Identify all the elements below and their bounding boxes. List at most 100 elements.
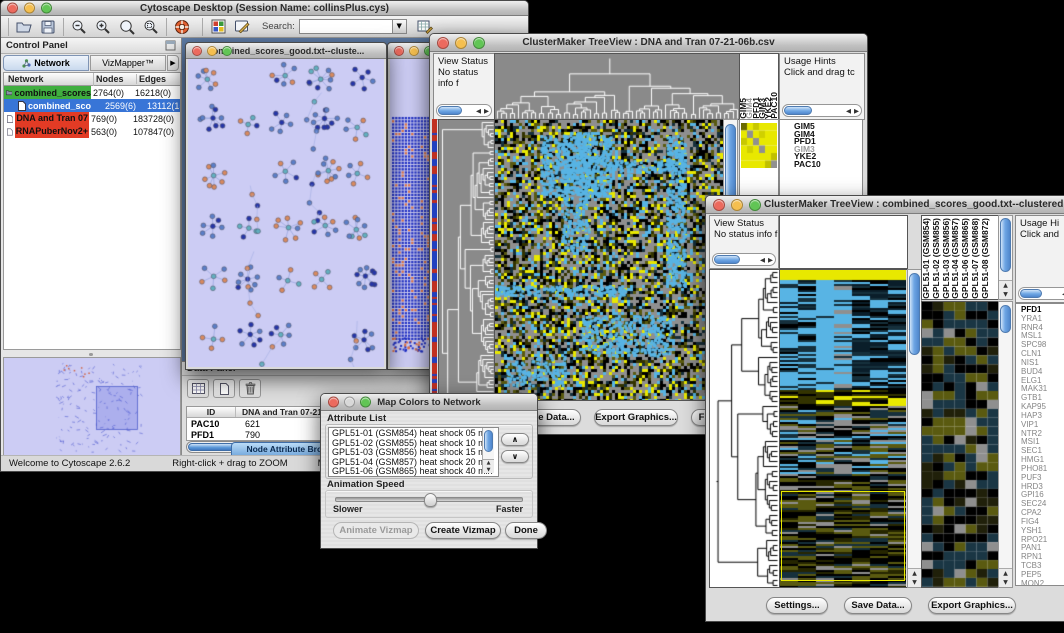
col-nodes[interactable]: Nodes bbox=[94, 74, 137, 84]
tv2-row-label[interactable]: BUD4 bbox=[1021, 368, 1064, 377]
scroll-up-icon[interactable]: ▲ bbox=[487, 460, 491, 466]
scroll-down-icon[interactable]: ▼ bbox=[912, 579, 917, 586]
network-row[interactable]: DNA and Tran 07 769(0) 183728(0) bbox=[4, 112, 180, 125]
animation-speed-slider[interactable] bbox=[335, 497, 523, 502]
network-row-selected[interactable]: combined_sco 2569(6) 13112(15) bbox=[4, 99, 180, 112]
scroll-up-icon[interactable]: ▲ bbox=[1003, 282, 1008, 289]
zoom-button[interactable] bbox=[749, 199, 761, 211]
tv2-heatmap-vscrollbar[interactable]: ▲▼ bbox=[907, 269, 922, 588]
tv2-status-hscroll[interactable]: ◀▶ bbox=[712, 253, 776, 266]
slider-thumb[interactable] bbox=[424, 493, 437, 507]
vizmapper-button[interactable] bbox=[206, 17, 230, 37]
minimize-button[interactable] bbox=[24, 3, 35, 14]
close-button[interactable] bbox=[192, 46, 202, 56]
close-button[interactable] bbox=[437, 37, 449, 49]
tv2-col-label[interactable]: GPL51-08 (GSM872) bbox=[981, 218, 991, 299]
animate-vizmap-button[interactable]: Animate Vizmap bbox=[333, 522, 419, 539]
scroll-right-icon[interactable]: ▶ bbox=[854, 107, 859, 115]
col-edges[interactable]: Edges bbox=[137, 74, 180, 84]
tab-overflow-button[interactable]: ▶ bbox=[167, 55, 179, 71]
tv2-export-graphics-button[interactable]: Export Graphics... bbox=[928, 597, 1016, 614]
zoom-selected-button[interactable] bbox=[139, 17, 163, 37]
move-up-button[interactable]: ∧ bbox=[501, 433, 529, 446]
col-network[interactable]: Network bbox=[4, 73, 94, 86]
save-button[interactable] bbox=[36, 17, 60, 37]
close-button[interactable] bbox=[328, 397, 339, 408]
scroll-up-icon[interactable]: ▲ bbox=[912, 570, 917, 577]
tv1-status-hscroll[interactable]: ◀▶ bbox=[436, 104, 492, 117]
close-button[interactable] bbox=[7, 3, 18, 14]
tv2-row-label[interactable]: ELG1 bbox=[1021, 377, 1064, 386]
vscroll-thumb[interactable] bbox=[1000, 305, 1011, 333]
tv2-row-label[interactable]: SEC1 bbox=[1021, 447, 1064, 456]
tv2-row-label[interactable]: GTB1 bbox=[1021, 394, 1064, 403]
data-col-id[interactable]: ID bbox=[187, 407, 236, 417]
tv2-row-label[interactable]: VIP1 bbox=[1021, 421, 1064, 430]
zoom-button[interactable] bbox=[473, 37, 485, 49]
select-attributes-button[interactable] bbox=[187, 379, 209, 398]
search-dropdown-arrow[interactable]: ▼ bbox=[393, 19, 407, 34]
tv2-row-label[interactable]: MSI1 bbox=[1021, 438, 1064, 447]
treeview2-title-bar[interactable]: ClusterMaker TreeView : combined_scores_… bbox=[706, 196, 1064, 214]
tv2-row-label[interactable]: SPC98 bbox=[1021, 341, 1064, 350]
tv2-row-label[interactable]: HMG1 bbox=[1021, 456, 1064, 465]
hscroll-thumb[interactable] bbox=[1020, 289, 1042, 298]
tv2-row-label[interactable]: PFD1 bbox=[1021, 306, 1064, 315]
tv2-save-data-button[interactable]: Save Data... bbox=[844, 597, 912, 614]
tv2-row-label[interactable]: PHO81 bbox=[1021, 465, 1064, 474]
tv2-row-label[interactable]: PEP5 bbox=[1021, 571, 1064, 580]
minimize-button[interactable] bbox=[207, 46, 217, 56]
tv2-row-label[interactable]: SEC24 bbox=[1021, 500, 1064, 509]
scroll-left-icon[interactable]: ◀ bbox=[476, 107, 481, 115]
tv1-col-label[interactable]: PAC10 bbox=[771, 92, 777, 119]
tv2-row-label[interactable]: PAN1 bbox=[1021, 544, 1064, 553]
vscroll-thumb[interactable] bbox=[1000, 218, 1011, 272]
scroll-right-icon[interactable]: ▶ bbox=[768, 256, 773, 264]
minimize-button[interactable] bbox=[731, 199, 743, 211]
tv2-row-label[interactable]: NIS1 bbox=[1021, 359, 1064, 368]
tv2-row-label[interactable]: NTR2 bbox=[1021, 430, 1064, 439]
tv2-row-label[interactable]: RPN1 bbox=[1021, 553, 1064, 562]
tv1-column-dendrogram[interactable] bbox=[494, 53, 740, 120]
tab-vizmapper[interactable]: VizMapper™ bbox=[90, 55, 166, 71]
scroll-up-icon[interactable]: ▲ bbox=[1003, 570, 1008, 577]
tv2-col-labels-vscrollbar[interactable]: ▲▼ bbox=[998, 215, 1013, 300]
tv1-row-label[interactable]: PAC10 bbox=[794, 161, 862, 169]
float-panel-icon[interactable] bbox=[165, 40, 176, 51]
scroll-down-icon[interactable]: ▼ bbox=[1003, 579, 1008, 586]
dialog-title-bar[interactable]: Map Colors to Network bbox=[321, 394, 537, 411]
tv2-hints-hscroll[interactable]: ◀▶ bbox=[1018, 287, 1064, 300]
network1-canvas[interactable] bbox=[188, 59, 384, 367]
open-file-button[interactable] bbox=[12, 17, 36, 37]
tv2-row-label[interactable]: CLN1 bbox=[1021, 350, 1064, 359]
tv2-row-label[interactable]: RPO21 bbox=[1021, 536, 1064, 545]
minimize-button[interactable] bbox=[455, 37, 467, 49]
tv1-hints-hscroll[interactable]: ◀▶ bbox=[782, 104, 862, 117]
network1-title-bar[interactable]: combined_scores_good.txt--cluste... bbox=[186, 43, 386, 59]
tv2-row-label[interactable]: YRA1 bbox=[1021, 315, 1064, 324]
tab-network[interactable]: Network bbox=[3, 55, 89, 71]
panel-splitter[interactable] bbox=[3, 352, 179, 356]
scroll-left-icon[interactable]: ◀ bbox=[760, 256, 765, 264]
create-vizmap-button[interactable]: Create Vizmap bbox=[425, 522, 501, 539]
tv2-row-label[interactable]: MAK31 bbox=[1021, 385, 1064, 394]
tv1-export-graphics-button[interactable]: Export Graphics... bbox=[594, 409, 678, 426]
search-input[interactable] bbox=[299, 19, 393, 34]
network-row-collection[interactable]: combined_scores 2764(0) 16218(0) bbox=[4, 86, 180, 99]
tv2-row-label[interactable]: TCB3 bbox=[1021, 562, 1064, 571]
annotation-button[interactable] bbox=[230, 17, 254, 37]
vscroll-thumb[interactable] bbox=[484, 430, 493, 452]
tv2-row-label[interactable]: HAP3 bbox=[1021, 412, 1064, 421]
scroll-down-icon[interactable]: ▼ bbox=[487, 467, 491, 473]
move-down-button[interactable]: ∨ bbox=[501, 450, 529, 463]
zoom-fit-button[interactable] bbox=[115, 17, 139, 37]
zoom-button[interactable] bbox=[41, 3, 52, 14]
help-button[interactable] bbox=[170, 17, 194, 37]
scroll-right-icon[interactable]: ▶ bbox=[484, 107, 489, 115]
close-button[interactable] bbox=[713, 199, 725, 211]
tv2-column-tree-area[interactable] bbox=[779, 215, 908, 269]
tv2-row-label[interactable]: KAP95 bbox=[1021, 403, 1064, 412]
hscroll-thumb[interactable] bbox=[438, 106, 462, 115]
zoom-button[interactable] bbox=[222, 46, 232, 56]
zoom-out-button[interactable] bbox=[67, 17, 91, 37]
